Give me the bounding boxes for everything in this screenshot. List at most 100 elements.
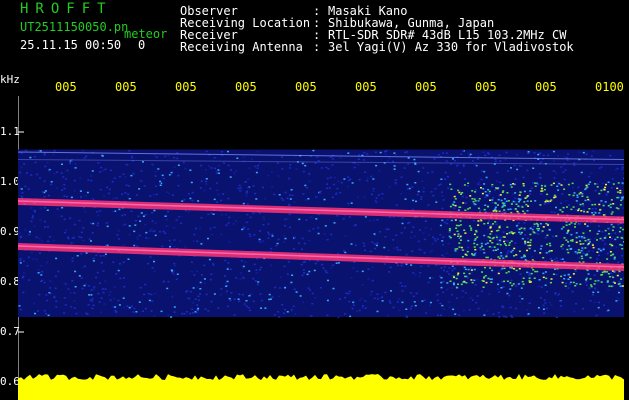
noise-speckle — [112, 197, 115, 200]
noise-speckle — [301, 274, 304, 277]
noise-speckle — [27, 188, 30, 190]
noise-speckle — [173, 273, 176, 276]
activity-speckle — [484, 243, 487, 245]
noise-speckle — [250, 158, 253, 160]
noise-speckle — [401, 217, 404, 219]
activity-speckle — [473, 242, 476, 245]
noise-speckle — [63, 195, 66, 197]
noise-speckle — [92, 257, 95, 260]
noise-speckle — [440, 178, 443, 180]
activity-speckle — [523, 190, 526, 193]
noise-speckle — [237, 187, 240, 190]
noise-speckle — [424, 220, 427, 223]
activity-speckle — [580, 210, 583, 212]
noise-speckle — [20, 235, 23, 238]
noise-speckle — [553, 211, 556, 214]
noise-speckle — [339, 157, 342, 159]
noise-speckle — [245, 300, 248, 302]
noise-speckle — [43, 281, 46, 284]
noise-speckle — [61, 189, 63, 191]
x-tick-label: 005 — [295, 80, 317, 94]
activity-speckle — [585, 184, 588, 187]
noise-speckle — [304, 164, 307, 167]
activity-speckle — [520, 227, 523, 229]
noise-speckle — [229, 176, 232, 178]
noise-speckle — [114, 306, 117, 308]
noise-speckle — [19, 308, 22, 311]
noise-speckle — [357, 163, 360, 166]
activity-speckle — [473, 253, 476, 255]
activity-speckle — [591, 204, 594, 206]
noise-speckle — [589, 181, 592, 183]
activity-speckle — [546, 200, 549, 202]
activity-speckle — [527, 205, 530, 207]
activity-speckle — [461, 256, 464, 258]
noise-speckle — [207, 213, 210, 216]
x-tick-label: 005 — [235, 80, 257, 94]
noise-speckle — [418, 248, 421, 251]
noise-speckle — [49, 292, 52, 295]
noise-speckle — [446, 219, 449, 221]
activity-speckle — [451, 265, 454, 267]
noise-speckle — [286, 311, 289, 313]
activity-speckle — [494, 221, 497, 223]
noise-speckle — [352, 267, 355, 269]
noise-speckle — [90, 222, 92, 225]
noise-speckle — [322, 267, 325, 269]
activity-speckle — [500, 255, 503, 257]
activity-speckle — [522, 256, 525, 258]
activity-speckle — [473, 268, 476, 271]
noise-speckle — [98, 282, 101, 284]
noise-speckle — [75, 312, 78, 315]
activity-speckle — [479, 219, 482, 221]
noise-speckle — [434, 240, 437, 242]
noise-speckle — [45, 312, 48, 315]
noise-speckle — [67, 288, 70, 290]
noise-speckle — [95, 276, 98, 279]
noise-speckle — [118, 263, 121, 265]
activity-speckle — [499, 194, 502, 196]
activity-speckle — [608, 276, 611, 278]
noise-speckle — [519, 233, 522, 235]
noise-speckle — [601, 239, 604, 241]
noise-speckle — [302, 269, 305, 271]
noise-speckle — [565, 200, 568, 202]
noise-speckle — [63, 312, 66, 314]
noise-speckle — [553, 177, 556, 179]
activity-speckle — [518, 268, 521, 270]
noise-speckle — [177, 184, 180, 187]
noise-speckle — [102, 255, 105, 257]
noise-speckle — [447, 301, 450, 304]
noise-speckle — [249, 216, 252, 219]
noise-speckle — [492, 249, 495, 252]
activity-speckle — [474, 248, 477, 251]
noise-speckle — [109, 291, 112, 293]
noise-speckle — [64, 283, 67, 285]
activity-speckle — [502, 236, 505, 238]
noise-speckle — [103, 303, 106, 305]
noise-speckle — [598, 167, 601, 169]
noise-speckle — [270, 264, 273, 267]
activity-speckle — [508, 232, 511, 234]
noise-speckle — [308, 270, 311, 273]
noise-speckle — [563, 178, 566, 181]
activity-speckle — [533, 277, 536, 279]
noise-speckle — [143, 293, 146, 296]
noise-speckle — [593, 159, 595, 162]
noise-speckle — [548, 301, 551, 304]
noise-speckle — [387, 249, 390, 251]
noise-speckle — [191, 308, 194, 310]
noise-speckle — [527, 313, 530, 315]
noise-speckle — [176, 273, 179, 275]
activity-speckle — [579, 251, 582, 254]
activity-speckle — [474, 191, 477, 193]
activity-speckle — [457, 233, 460, 235]
noise-speckle — [200, 274, 203, 276]
noise-speckle — [243, 227, 246, 229]
noise-speckle — [24, 185, 27, 188]
noise-speckle — [121, 214, 124, 217]
noise-speckle — [327, 168, 330, 170]
noise-speckle — [354, 244, 357, 247]
noise-speckle — [153, 315, 156, 317]
noise-speckle — [190, 261, 193, 263]
